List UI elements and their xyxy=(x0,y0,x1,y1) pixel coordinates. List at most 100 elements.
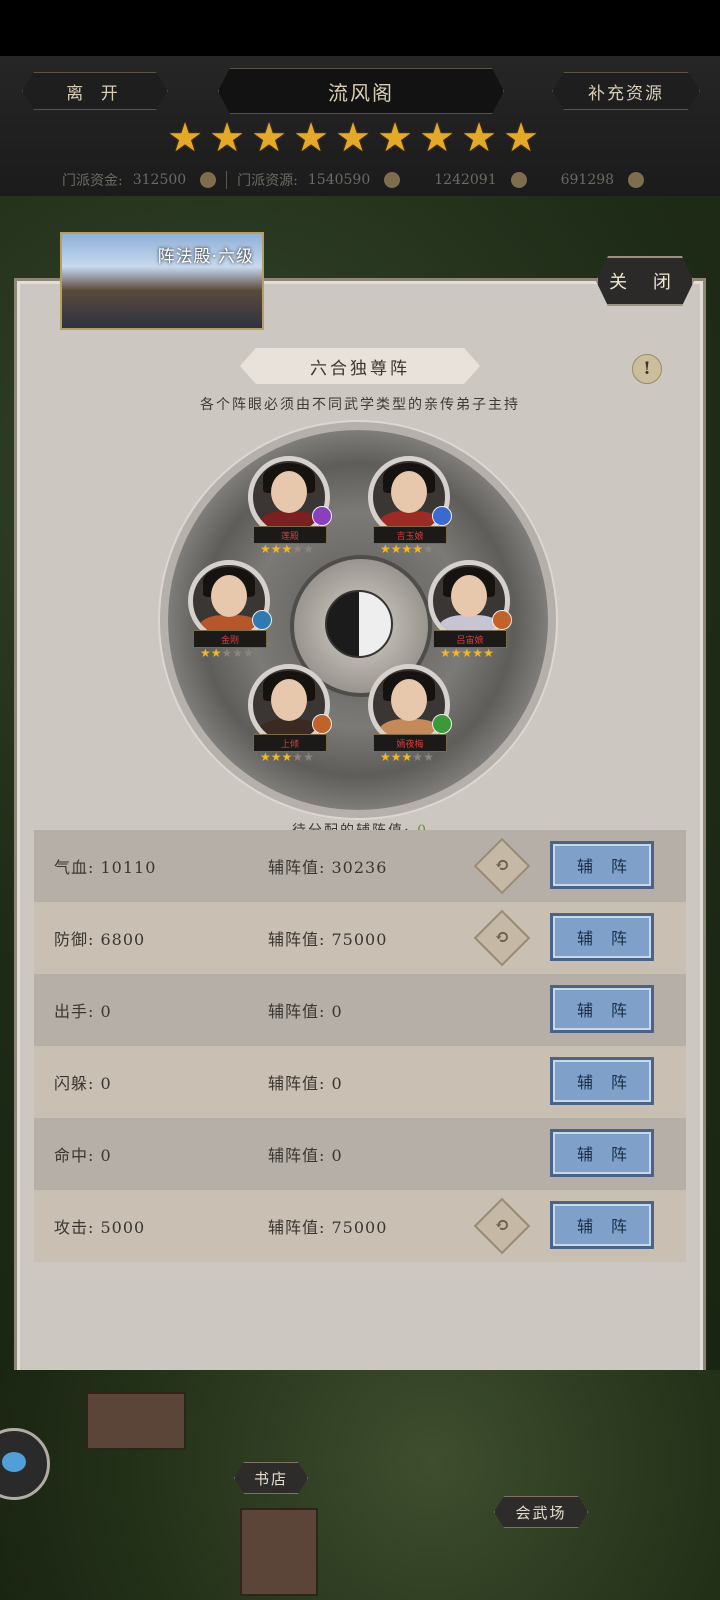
star-icon: ★ xyxy=(243,646,254,660)
star-icon: ★ xyxy=(303,750,314,764)
stat-row: 命中: 0 辅阵值: 0 辅阵 xyxy=(34,1118,686,1190)
star-icon: ★ xyxy=(260,750,271,764)
assist-button[interactable]: 辅阵 xyxy=(550,1129,654,1177)
swap-icon[interactable]: ⟲ xyxy=(473,1197,531,1255)
chat-icon xyxy=(2,1452,26,1472)
stat-row: 出手: 0 辅阵值: 0 辅阵 xyxy=(34,974,686,1046)
martial-type-icon xyxy=(432,506,452,526)
star-icon: ★ xyxy=(377,115,413,161)
star-icon: ★ xyxy=(232,646,244,660)
swap-icon[interactable]: ⟲ xyxy=(473,837,531,895)
assist-value: 辅阵值: 0 xyxy=(268,1074,343,1093)
assist-button[interactable]: 辅阵 xyxy=(550,1201,654,1249)
star-icon: ★ xyxy=(281,542,293,556)
star-icon: ★ xyxy=(292,750,304,764)
star-icon: ★ xyxy=(251,115,287,161)
star-icon: ★ xyxy=(423,750,434,764)
hero-star-rating: ★★★★★ xyxy=(200,646,254,660)
star-icon: ★ xyxy=(380,542,391,556)
star-icon: ★ xyxy=(440,646,451,660)
star-icon: ★ xyxy=(200,646,211,660)
stat-row: 攻击: 5000 辅阵值: 75000 ⟲ 辅阵 xyxy=(34,1190,686,1262)
stat-value: 气血: 10110 xyxy=(54,858,157,877)
martial-type-icon xyxy=(312,506,332,526)
star-icon: ★ xyxy=(401,750,413,764)
star-icon: ★ xyxy=(281,750,293,764)
hero-portrait xyxy=(271,679,307,721)
assist-button[interactable]: 辅阵 xyxy=(550,1057,654,1105)
swap-glyph: ⟲ xyxy=(494,1215,510,1236)
page-title: 流风阁 xyxy=(218,68,504,114)
coin-icon xyxy=(200,172,217,188)
assist-button[interactable]: 辅阵 xyxy=(550,841,654,889)
hero-star-rating: ★★★★★ xyxy=(380,542,434,556)
star-icon: ★ xyxy=(167,115,203,161)
star-icon: ★ xyxy=(209,115,245,161)
martial-type-icon xyxy=(432,714,452,734)
star-icon: ★ xyxy=(461,115,497,161)
status-bar xyxy=(0,0,720,56)
star-icon: ★ xyxy=(419,115,455,161)
star-icon: ★ xyxy=(221,646,233,660)
resource-3-value: 691298 xyxy=(560,172,615,188)
close-button[interactable]: 关 闭 xyxy=(596,256,694,306)
star-icon: ★ xyxy=(270,542,282,556)
stat-row: 气血: 10110 辅阵值: 30236 ⟲ 辅阵 xyxy=(34,830,686,902)
stat-row: 闪躲: 0 辅阵值: 0 辅阵 xyxy=(34,1046,686,1118)
formation-name: 六合独尊阵 xyxy=(240,348,480,384)
star-icon: ★ xyxy=(380,750,391,764)
hero-star-rating: ★★★★★ xyxy=(260,542,314,556)
hero-portrait xyxy=(451,575,487,617)
arena-label[interactable]: 会武场 xyxy=(494,1496,588,1528)
star-icon: ★ xyxy=(390,750,402,764)
building-icon[interactable] xyxy=(86,1392,186,1450)
divider xyxy=(226,171,228,189)
star-icon: ★ xyxy=(210,646,222,660)
replenish-resources-button[interactable]: 补充资源 xyxy=(552,72,700,110)
star-icon: ★ xyxy=(401,542,413,556)
assist-button[interactable]: 辅阵 xyxy=(550,985,654,1033)
sword-icon xyxy=(510,172,527,188)
star-icon: ★ xyxy=(461,646,473,660)
swap-glyph: ⟲ xyxy=(494,855,510,876)
hero-portrait xyxy=(391,471,427,513)
leave-button[interactable]: 离 开 xyxy=(22,72,168,110)
martial-type-icon xyxy=(252,610,272,630)
sect-resources-value: 1540590 xyxy=(307,172,371,188)
star-icon: ★ xyxy=(260,542,271,556)
building-thumbnail: 阵法殿·六级 xyxy=(60,232,264,330)
star-icon: ★ xyxy=(423,542,434,556)
hero-portrait xyxy=(211,575,247,617)
ore-icon xyxy=(384,172,401,188)
stat-value: 命中: 0 xyxy=(54,1146,112,1165)
star-icon: ★ xyxy=(483,646,494,660)
stat-value: 攻击: 5000 xyxy=(54,1218,146,1237)
info-icon[interactable]: ! xyxy=(632,354,662,384)
resource-bar: 门派资金: 312500 门派资源: 1540590 1242091 69129… xyxy=(62,168,682,192)
stat-value: 闪躲: 0 xyxy=(54,1074,112,1093)
resource-2-value: 1242091 xyxy=(434,172,497,188)
star-icon: ★ xyxy=(450,646,462,660)
assist-value: 辅阵值: 75000 xyxy=(268,1218,388,1237)
hero-star-rating: ★★★★★ xyxy=(260,750,314,764)
stat-row: 防御: 6800 辅阵值: 75000 ⟲ 辅阵 xyxy=(34,902,686,974)
hero-portrait xyxy=(271,471,307,513)
assist-value: 辅阵值: 75000 xyxy=(268,930,388,949)
star-icon: ★ xyxy=(293,115,329,161)
hero-star-rating: ★★★★★ xyxy=(380,750,434,764)
star-icon: ★ xyxy=(390,542,402,556)
assist-button[interactable]: 辅阵 xyxy=(550,913,654,961)
assist-value: 辅阵值: 0 xyxy=(268,1146,343,1165)
sect-resources-label: 门派资源: xyxy=(237,173,298,189)
yin-yang-icon xyxy=(325,590,393,658)
bookstore-building[interactable] xyxy=(240,1508,318,1596)
star-icon: ★ xyxy=(292,542,304,556)
stat-value: 防御: 6800 xyxy=(54,930,146,949)
bookstore-label[interactable]: 书店 xyxy=(234,1462,308,1494)
swap-icon[interactable]: ⟲ xyxy=(473,909,531,967)
building-level-label: 阵法殿·六级 xyxy=(157,247,254,267)
star-icon: ★ xyxy=(335,115,371,161)
star-icon: ★ xyxy=(503,115,539,161)
assist-value: 辅阵值: 30236 xyxy=(268,858,388,877)
swap-glyph: ⟲ xyxy=(494,927,510,948)
